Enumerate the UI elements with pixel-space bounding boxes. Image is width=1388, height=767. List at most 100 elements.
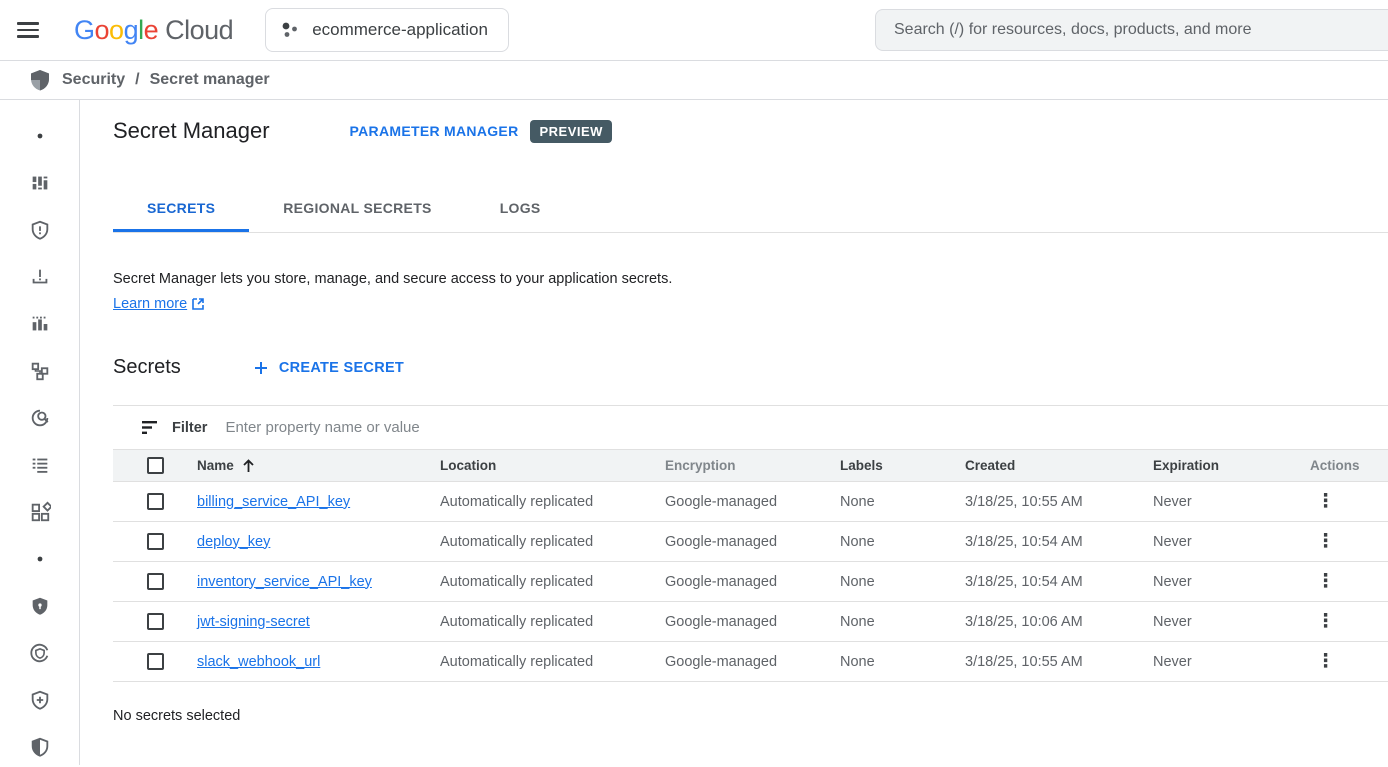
plus-icon	[253, 360, 269, 376]
learn-more-row: Learn more	[113, 296, 1388, 312]
sidebar-item-4[interactable]	[0, 253, 79, 300]
row-checkbox[interactable]	[147, 493, 164, 510]
tab-regional-secrets[interactable]: REGIONAL SECRETS	[249, 186, 465, 232]
page-description: Secret Manager lets you store, manage, a…	[113, 271, 1388, 287]
breadcrumb: Security / Secret manager	[0, 60, 1388, 100]
logo-letter: o	[109, 15, 124, 46]
logo-letter: e	[144, 15, 159, 46]
select-all-checkbox[interactable]	[147, 457, 164, 474]
row-checkbox[interactable]	[147, 613, 164, 630]
row-checkbox[interactable]	[147, 653, 164, 670]
column-header-name[interactable]: Name	[197, 458, 234, 473]
breadcrumb-section[interactable]: Security	[62, 71, 125, 89]
cell-labels: None	[840, 534, 965, 550]
cell-encryption: Google-managed	[665, 494, 840, 510]
sidebar-item-13[interactable]	[0, 676, 79, 723]
sidebar-item-5[interactable]	[0, 300, 79, 347]
column-header-expiration: Expiration	[1153, 458, 1300, 473]
sidebar-item-1[interactable]	[0, 112, 79, 159]
tray-alert-icon	[29, 266, 51, 288]
row-actions-menu-icon[interactable]: ⋮	[1310, 609, 1341, 634]
google-cloud-logo: Google Cloud	[74, 15, 233, 46]
learn-more-link[interactable]: Learn more	[113, 296, 187, 312]
project-icon	[280, 20, 300, 40]
sidebar-item-2[interactable]	[0, 159, 79, 206]
shield-alert-icon	[29, 219, 51, 241]
shield-filled-icon	[29, 595, 51, 617]
secret-name-link[interactable]: deploy_key	[197, 534, 270, 550]
secret-name-link[interactable]: jwt-signing-secret	[197, 614, 310, 630]
column-header-encryption: Encryption	[665, 458, 840, 473]
search-scan-icon	[29, 407, 51, 429]
bar-chart-icon	[29, 313, 51, 335]
left-nav-rail	[0, 100, 80, 765]
sidebar-item-9[interactable]	[0, 488, 79, 535]
secrets-heading: Secrets	[113, 356, 181, 379]
cell-created: 3/18/25, 10:54 AM	[965, 574, 1153, 590]
table-header-row: Name Location Encryption Labels Created …	[113, 449, 1388, 482]
security-dashboard-icon	[29, 172, 51, 194]
logo-letter: o	[95, 15, 110, 46]
secrets-table: Name Location Encryption Labels Created …	[113, 449, 1388, 682]
row-actions-menu-icon[interactable]: ⋮	[1310, 649, 1341, 674]
row-actions-menu-icon[interactable]: ⋮	[1310, 489, 1341, 514]
cell-expiration: Never	[1153, 534, 1300, 550]
filter-input[interactable]	[225, 419, 1388, 436]
row-checkbox[interactable]	[147, 533, 164, 550]
tab-bar: SECRETS REGIONAL SECRETS LOGS	[113, 186, 1388, 233]
network-tree-icon	[29, 360, 51, 382]
cell-labels: None	[840, 574, 965, 590]
tab-secrets[interactable]: SECRETS	[113, 186, 249, 232]
logo-cloud-text: Cloud	[165, 15, 233, 46]
top-bar: Google Cloud ecommerce-application	[0, 0, 1388, 60]
cell-expiration: Never	[1153, 574, 1300, 590]
breadcrumb-separator: /	[135, 71, 139, 89]
sidebar-item-14[interactable]	[0, 723, 79, 767]
create-secret-button[interactable]: CREATE SECRET	[253, 360, 404, 376]
menu-button[interactable]	[0, 18, 56, 42]
sidebar-item-6[interactable]	[0, 347, 79, 394]
row-actions-menu-icon[interactable]: ⋮	[1310, 569, 1341, 594]
cell-expiration: Never	[1153, 494, 1300, 510]
secret-name-link[interactable]: billing_service_API_key	[197, 494, 350, 510]
table-row: deploy_key Automatically replicated Goog…	[113, 522, 1388, 562]
tab-logs[interactable]: LOGS	[466, 186, 575, 232]
cell-encryption: Google-managed	[665, 654, 840, 670]
logo-letter: G	[74, 15, 95, 46]
bullet-dot-icon	[36, 555, 44, 563]
secrets-section-header: Secrets CREATE SECRET	[113, 356, 1388, 379]
security-shield-icon	[28, 68, 52, 92]
sidebar-item-3[interactable]	[0, 206, 79, 253]
cell-labels: None	[840, 614, 965, 630]
selection-status: No secrets selected	[113, 708, 1388, 724]
row-checkbox[interactable]	[147, 573, 164, 590]
filter-bar: Filter	[113, 405, 1388, 449]
table-row: billing_service_API_key Automatically re…	[113, 482, 1388, 522]
project-name: ecommerce-application	[312, 20, 488, 40]
logo-letter: g	[124, 15, 139, 46]
sidebar-item-10[interactable]	[0, 535, 79, 582]
parameter-manager-link[interactable]: PARAMETER MANAGER	[350, 123, 519, 139]
sidebar-item-12[interactable]	[0, 629, 79, 676]
column-header-labels: Labels	[840, 458, 965, 473]
sidebar-item-7[interactable]	[0, 394, 79, 441]
search-input[interactable]	[875, 9, 1388, 51]
search-container	[875, 9, 1388, 51]
sidebar-item-11[interactable]	[0, 582, 79, 629]
cell-created: 3/18/25, 10:55 AM	[965, 654, 1153, 670]
shield-plus-icon	[29, 689, 51, 711]
row-actions-menu-icon[interactable]: ⋮	[1310, 529, 1341, 554]
shield-circle-icon	[29, 642, 51, 664]
cell-location: Automatically replicated	[440, 654, 665, 670]
secret-name-link[interactable]: inventory_service_API_key	[197, 574, 372, 590]
sort-ascending-icon[interactable]	[242, 459, 255, 473]
table-row: inventory_service_API_key Automatically …	[113, 562, 1388, 602]
secret-name-link[interactable]: slack_webhook_url	[197, 654, 320, 670]
cell-created: 3/18/25, 10:55 AM	[965, 494, 1153, 510]
bullet-dot-icon	[36, 132, 44, 140]
cell-location: Automatically replicated	[440, 494, 665, 510]
sidebar-item-8[interactable]	[0, 441, 79, 488]
project-selector[interactable]: ecommerce-application	[265, 8, 509, 52]
cell-created: 3/18/25, 10:54 AM	[965, 534, 1153, 550]
page-title: Secret Manager	[113, 118, 270, 144]
